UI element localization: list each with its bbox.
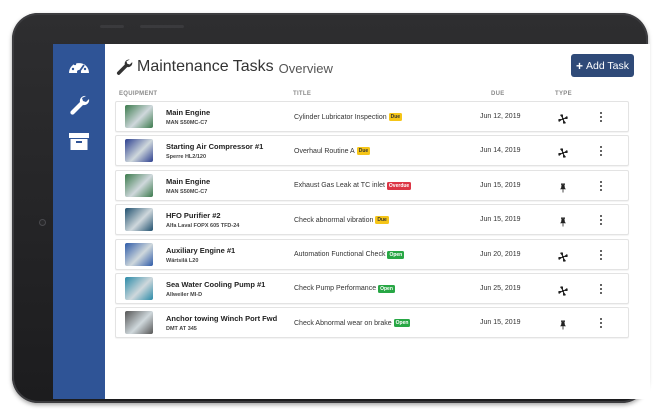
task-row[interactable]: Starting Air Compressor #1 Sperre HL2/120… — [115, 135, 629, 167]
task-row[interactable]: HFO Purifier #2 Alfa Laval FOPX 605 TFD-2… — [115, 204, 629, 236]
fan-icon — [558, 249, 568, 262]
status-badge: Overdue — [386, 181, 412, 190]
more-options-icon[interactable] — [598, 317, 604, 329]
task-row[interactable]: Main Engine MAN S50MC-C7 Cylinder Lubricat… — [115, 101, 629, 132]
column-header-type[interactable]: TYPE — [555, 91, 572, 97]
equipment-model: Alfa Laval FOPX 605 TFD-24 — [166, 223, 240, 230]
status-badge: Due — [375, 216, 389, 225]
archive-box-icon[interactable] — [66, 128, 92, 154]
page-title: Maintenance Tasks — [137, 58, 274, 75]
due-date: Jun 15, 2019 — [480, 216, 521, 224]
equipment-name: Main Engine — [166, 176, 211, 186]
status-badge: Open — [387, 250, 405, 259]
equipment-model: Wärtsilä L20 — [166, 257, 199, 264]
sidebar — [53, 44, 105, 399]
equipment-thumbnail — [125, 208, 153, 232]
page-header: Maintenance Tasks Overview — [115, 56, 333, 78]
equipment-name: HFO Purifier #2 — [166, 211, 221, 221]
more-options-icon[interactable] — [598, 111, 604, 123]
task-title-cell: Check Abnormal wear on brake Open — [294, 319, 411, 328]
main-content: Maintenance Tasks Overview + Add Task EQ… — [105, 44, 650, 399]
status-badge: Open — [378, 284, 395, 293]
equipment-thumbnail — [125, 173, 153, 197]
task-title: Check Pump Performance — [294, 285, 377, 293]
equipment-model: MAN S50MC-C7 — [166, 120, 208, 126]
tablet-power-button — [100, 25, 124, 28]
task-title-cell: Overhaul Routine A Due — [294, 147, 371, 156]
more-options-icon[interactable] — [598, 145, 604, 157]
task-title-cell: Check Pump Performance Open — [294, 284, 395, 293]
task-row[interactable]: Sea Water Cooling Pump #1 Allweiler MI-D C… — [115, 272, 629, 304]
equipment-thumbnail — [125, 311, 153, 335]
task-title-cell: Automation Functional Check Open — [294, 250, 405, 259]
due-date: Jun 25, 2019 — [480, 284, 521, 292]
equipment-thumbnail — [125, 105, 153, 128]
task-row[interactable]: Anchor towing Winch Port Fwd DMT AT 345 Ch… — [115, 307, 629, 339]
task-title-cell: Cylinder Lubricator Inspection Due — [294, 113, 403, 121]
fan-icon — [558, 283, 568, 296]
add-task-label: Add Task — [586, 59, 629, 72]
status-badge: Due — [356, 147, 371, 156]
more-options-icon[interactable] — [598, 214, 604, 226]
page-subtitle: Overview — [278, 60, 333, 76]
due-date: Jun 15, 2019 — [480, 319, 521, 327]
wrench-icon — [116, 59, 133, 75]
due-date: Jun 14, 2019 — [480, 147, 521, 155]
equipment-model: DMT AT 345 — [166, 326, 197, 333]
task-row[interactable]: Auxiliary Engine #1 Wärtsilä L20 Automatio… — [115, 238, 629, 270]
due-date: Jun 12, 2019 — [480, 113, 521, 120]
equipment-model: Allweiler MI-D — [166, 291, 203, 298]
task-row[interactable]: Main Engine MAN S50MC-C7 Exhaust Gas Leak … — [115, 169, 629, 201]
tablet-volume-button — [140, 25, 184, 28]
equipment-model: MAN S50MC-C7 — [166, 188, 208, 195]
task-title-cell: Exhaust Gas Leak at TC inlet Overdue — [294, 181, 412, 190]
pin-icon — [558, 214, 568, 227]
status-badge: Due — [388, 113, 403, 121]
task-title: Overhaul Routine A — [294, 147, 355, 155]
task-title: Exhaust Gas Leak at TC inlet — [294, 182, 385, 190]
due-date: Jun 15, 2019 — [480, 181, 521, 189]
plus-icon: + — [575, 58, 583, 73]
pin-icon — [558, 317, 568, 330]
tablet-frame: Maintenance Tasks Overview + Add Task EQ… — [12, 13, 650, 403]
equipment-name: Auxiliary Engine #1 — [166, 245, 236, 255]
task-title: Cylinder Lubricator Inspection — [294, 113, 387, 121]
task-title: Automation Functional Check — [294, 251, 386, 259]
more-options-icon[interactable] — [598, 249, 604, 261]
task-title: Check abnormal vibration — [294, 216, 374, 224]
equipment-model: Sperre HL2/120 — [166, 154, 207, 161]
equipment-name: Sea Water Cooling Pump #1 — [166, 279, 266, 289]
app-screen: Maintenance Tasks Overview + Add Task EQ… — [53, 44, 650, 399]
equipment-name: Starting Air Compressor #1 — [166, 142, 264, 152]
task-list: Main Engine MAN S50MC-C7 Cylinder Lubricat… — [115, 101, 629, 342]
column-header-due[interactable]: DUE — [491, 91, 505, 97]
dashboard-gauge-icon[interactable] — [66, 54, 92, 80]
column-header-title[interactable]: TITLE — [293, 91, 311, 97]
pin-icon — [558, 180, 568, 193]
add-task-button[interactable]: + Add Task — [571, 54, 634, 77]
equipment-thumbnail — [125, 242, 153, 266]
due-date: Jun 20, 2019 — [480, 250, 521, 258]
more-options-icon[interactable] — [598, 180, 604, 192]
task-title-cell: Check abnormal vibration Due — [294, 216, 389, 225]
task-title: Check Abnormal wear on brake — [294, 319, 392, 327]
more-options-icon[interactable] — [598, 283, 604, 295]
equipment-name: Anchor towing Winch Port Fwd — [166, 314, 278, 324]
equipment-name: Main Engine — [166, 108, 211, 117]
equipment-thumbnail — [125, 139, 153, 163]
fan-icon — [558, 111, 568, 124]
equipment-thumbnail — [125, 276, 153, 300]
fan-icon — [558, 145, 568, 159]
status-badge: Open — [393, 319, 411, 328]
wrench-icon[interactable] — [66, 92, 92, 118]
column-header-equipment[interactable]: EQUIPMENT — [119, 91, 157, 97]
tablet-camera — [39, 219, 46, 226]
